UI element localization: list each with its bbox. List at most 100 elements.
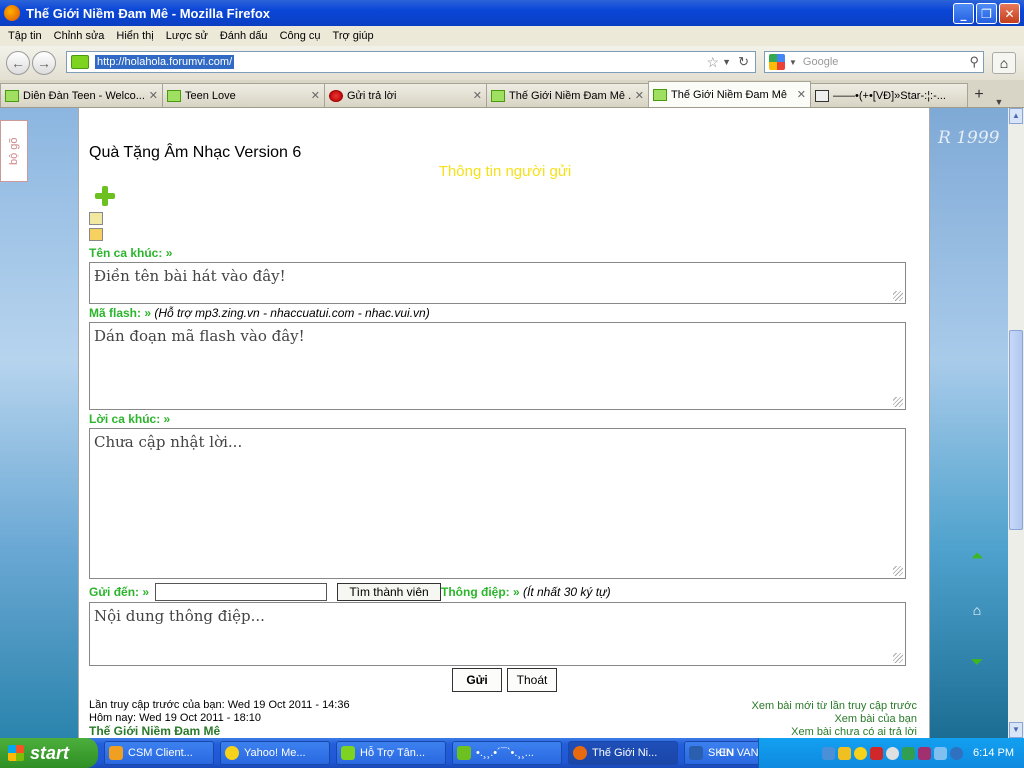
tab-2[interactable]: Teen Love ✕ <box>162 83 325 107</box>
page-icon <box>5 89 19 102</box>
yahoo-tray-icon[interactable] <box>854 746 868 760</box>
tray-icon[interactable] <box>918 746 932 760</box>
tray-icon[interactable] <box>902 746 916 760</box>
background-watermark: R 1999 <box>938 128 1000 148</box>
tab-close-icon[interactable]: ✕ <box>797 88 806 101</box>
message-length-note: (Ít nhất 30 ký tự) <box>523 585 611 599</box>
firefox-icon <box>573 746 587 760</box>
taskbar-item-support[interactable]: Hỗ Trợ Tân... <box>336 741 446 765</box>
clock[interactable]: 6:14 PM <box>973 747 1014 759</box>
song-name-input[interactable]: Điền tên bài hát vào đây! <box>89 262 906 304</box>
url-text[interactable]: http://holahola.forumvi.com/ <box>95 55 235 69</box>
tab-label: Thế Giới Niềm Đam Mê <box>671 88 788 101</box>
tray-icon[interactable] <box>838 746 852 760</box>
tab-4[interactable]: Thế Giới Niềm Đam Mê ... ✕ <box>486 83 649 107</box>
flash-code-label: Mã flash: » (Hỗ trợ mp3.zing.vn - nhaccu… <box>89 306 430 320</box>
tab-close-icon[interactable]: ✕ <box>311 89 320 102</box>
send-button[interactable]: Gửi <box>452 668 502 692</box>
find-member-button[interactable]: Tìm thành viên <box>337 583 441 601</box>
taskbar-item-yahoo[interactable]: Yahoo! Me... <box>220 741 330 765</box>
language-indicator[interactable]: EN <box>719 747 734 759</box>
taskbar-item-chat[interactable]: •.¸¸.•´¯`•.¸¸... <box>452 741 562 765</box>
volume-tray-icon[interactable] <box>950 746 964 760</box>
scrollbar-thumb[interactable] <box>1009 330 1023 530</box>
message-value: Nội dung thông điệp... <box>94 607 265 625</box>
close-window-button[interactable]: ✕ <box>999 3 1020 24</box>
tab-6[interactable]: ——•(+•[VĐ]»Star-:¦:-... <box>810 83 968 107</box>
minimize-button[interactable]: _ <box>953 3 974 24</box>
tab-close-icon[interactable]: ✕ <box>473 89 482 102</box>
search-engine-dropdown-icon[interactable]: ▼ <box>789 58 797 67</box>
unanswered-posts-link[interactable]: Xem bài chưa có ai trả lời <box>791 726 917 738</box>
app-icon <box>341 746 355 760</box>
resize-grip-icon[interactable] <box>893 566 903 576</box>
tab-3[interactable]: Gửi trả lời ✕ <box>324 83 487 107</box>
network-tray-icon[interactable] <box>934 746 948 760</box>
form-panel: Quà Tặng Âm Nhạc Version 6 Thông tin ngư… <box>78 108 930 738</box>
menu-bookmarks[interactable]: Đánh dấu <box>220 30 268 42</box>
taskbar-item-firefox[interactable]: Thế Giới Ni... <box>568 741 678 765</box>
forward-button[interactable]: → <box>32 51 56 75</box>
search-bar[interactable]: ▼ Google ⚲ <box>764 51 984 73</box>
app-icon <box>457 746 471 760</box>
tab-5-active[interactable]: Thế Giới Niềm Đam Mê ✕ <box>648 81 811 107</box>
menu-tools[interactable]: Công cụ <box>280 30 321 42</box>
message-input[interactable]: Nội dung thông điệp... <box>89 602 906 666</box>
lyrics-value: Chưa cập nhật lời... <box>94 433 243 451</box>
flash-label-text: Mã flash: » <box>89 306 152 320</box>
url-bar[interactable]: http://holahola.forumvi.com/ ☆ ▼ ↻ <box>66 51 756 73</box>
resize-grip-icon[interactable] <box>893 291 903 301</box>
tab-label: Diễn Đàn Teen - Welco... <box>23 89 145 102</box>
start-button[interactable]: start <box>0 738 98 768</box>
maximize-button[interactable]: ❐ <box>976 3 997 24</box>
tab-list-icon[interactable]: ▼ <box>991 97 1007 107</box>
task-label: Yahoo! Me... <box>244 747 306 759</box>
resize-grip-icon[interactable] <box>893 653 903 663</box>
forum-name-link[interactable]: Thế Giới Niềm Đam Mê <box>89 724 220 738</box>
typing-toolbar-badge[interactable]: bộ gõ <box>0 120 28 182</box>
menu-view[interactable]: Hiển thị <box>116 30 153 42</box>
start-label: start <box>30 742 70 763</box>
page-icon <box>491 89 505 102</box>
star-note-icon[interactable] <box>89 228 103 241</box>
home-icon[interactable]: ⌂ <box>966 602 988 620</box>
tab-1[interactable]: Diễn Đàn Teen - Welco... ✕ <box>0 83 163 107</box>
vertical-scrollbar[interactable]: ▲ ▼ <box>1008 108 1024 738</box>
scroll-down-arrow-icon[interactable]: ▼ <box>1009 722 1023 738</box>
edit-icon[interactable] <box>89 212 103 225</box>
recipient-input[interactable] <box>155 583 327 601</box>
scroll-top-icon[interactable]: ⏶ <box>966 548 988 566</box>
app-icon <box>109 746 123 760</box>
song-name-value: Điền tên bài hát vào đây! <box>94 267 286 285</box>
resize-grip-icon[interactable] <box>893 397 903 407</box>
exit-button[interactable]: Thoát <box>507 668 557 692</box>
back-button[interactable]: ← <box>6 51 30 75</box>
home-button[interactable]: ⌂ <box>992 52 1016 74</box>
menu-file[interactable]: Tập tin <box>8 30 42 42</box>
scroll-up-arrow-icon[interactable]: ▲ <box>1009 108 1023 124</box>
my-posts-link[interactable]: Xem bài của bạn <box>834 713 917 725</box>
navigation-toolbar: ← → http://holahola.forumvi.com/ ☆ ▼ ↻ ▼… <box>0 46 1024 80</box>
new-tab-button[interactable]: + <box>967 83 991 107</box>
page-icon <box>329 89 343 102</box>
lyrics-input[interactable]: Chưa cập nhật lời... <box>89 428 906 579</box>
menu-history[interactable]: Lược sử <box>166 30 208 42</box>
flash-code-input[interactable]: Dán đoạn mã flash vào đây! <box>89 322 906 410</box>
search-icon[interactable]: ⚲ <box>969 54 979 70</box>
reload-icon[interactable]: ↻ <box>738 54 749 70</box>
tray-icon[interactable] <box>886 746 900 760</box>
menu-help[interactable]: Trợ giúp <box>333 30 374 42</box>
scroll-bottom-icon[interactable]: ⏷ <box>966 654 988 672</box>
add-icon[interactable] <box>95 186 115 206</box>
taskbar-item-csm[interactable]: CSM Client... <box>104 741 214 765</box>
tray-icon[interactable] <box>822 746 836 760</box>
tab-close-icon[interactable]: ✕ <box>149 89 158 102</box>
bookmark-star-icon[interactable]: ☆ <box>706 54 719 71</box>
url-dropdown-icon[interactable]: ▼ <box>722 57 731 67</box>
tab-close-icon[interactable]: ✕ <box>635 89 644 102</box>
tab-label: Gửi trả lời <box>347 89 397 102</box>
antivirus-tray-icon[interactable] <box>870 746 884 760</box>
firefox-icon <box>4 5 20 21</box>
menu-edit[interactable]: Chỉnh sửa <box>54 30 105 42</box>
new-posts-link[interactable]: Xem bài mới từ lần truy cập trước <box>752 700 917 712</box>
